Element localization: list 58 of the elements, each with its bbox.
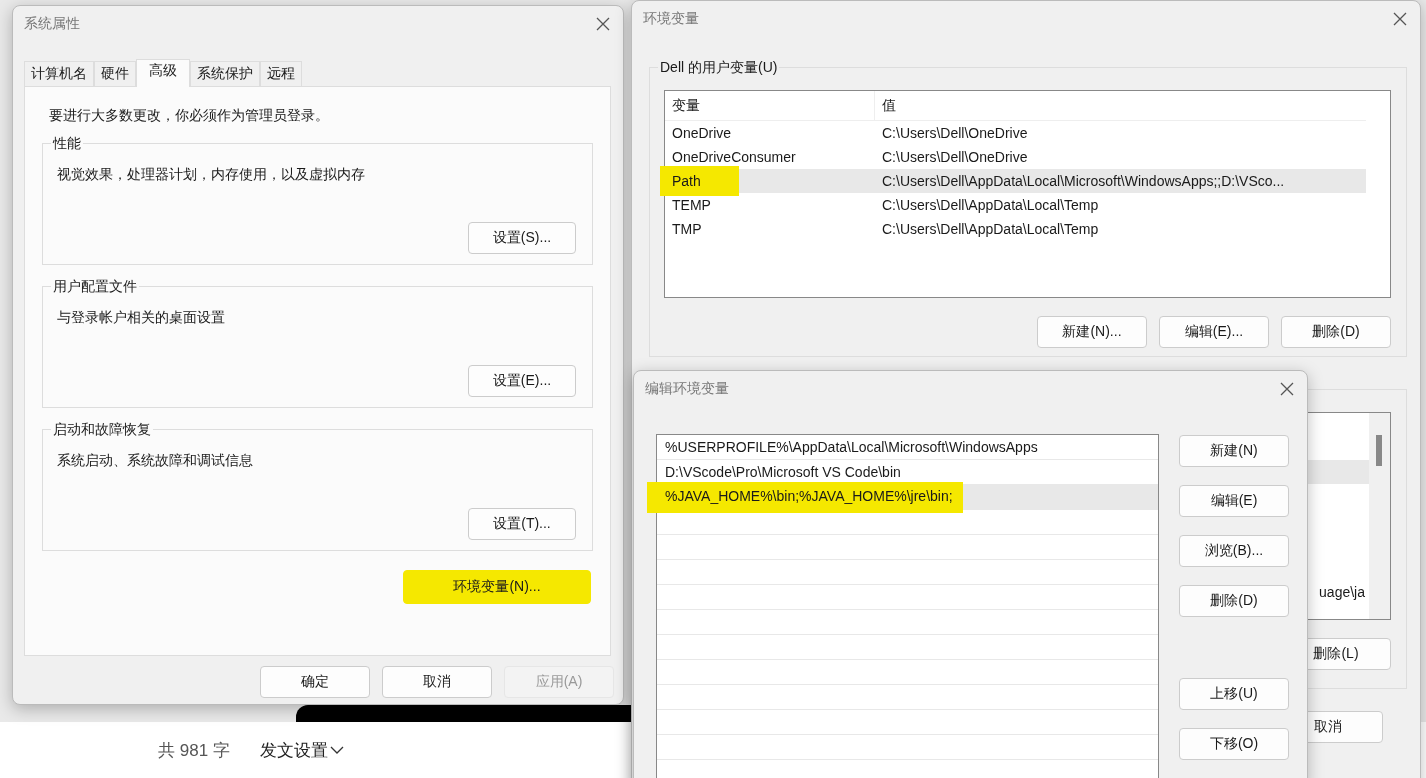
dialog-button[interactable]: 取消	[382, 666, 492, 698]
path-entry: %JAVA_HOME%\bin;%JAVA_HOME%\jre\bin;	[647, 481, 963, 513]
tab[interactable]: 计算机名	[24, 61, 94, 86]
column-header[interactable]: 值	[875, 91, 1366, 120]
path-entry: D:\VScode\Pro\Microsoft VS Code\bin	[665, 464, 901, 480]
variable-value: C:\Users\Dell\AppData\Local\Temp	[881, 220, 1100, 239]
variable-name: OneDrive	[672, 125, 732, 141]
group-description: 系统启动、系统故障和调试信息	[57, 452, 254, 470]
tab[interactable]: 硬件	[94, 61, 136, 86]
settings-button[interactable]: 设置(E)...	[468, 365, 576, 397]
variable-value: C:\Users\Dell\OneDrive	[881, 124, 1029, 143]
table-row[interactable]: OneDrive C:\Users\Dell\OneDrive	[665, 121, 1366, 145]
close-icon[interactable]	[1279, 381, 1295, 397]
close-icon[interactable]	[595, 16, 611, 32]
variable-name: TEMP	[672, 197, 711, 213]
close-icon[interactable]	[1392, 11, 1408, 27]
variable-name: TMP	[672, 221, 702, 237]
dialog-button[interactable]: 确定	[260, 666, 370, 698]
variable-name: OneDriveConsumer	[672, 149, 796, 165]
action-button[interactable]: 编辑(E)	[1179, 485, 1289, 517]
column-header[interactable]: 变量	[665, 91, 875, 120]
variable-value: C:\Users\Dell\AppData\Local\Microsoft\WindowsApps;;D:\VSco...	[881, 172, 1286, 191]
list-row[interactable]: %USERPROFILE%\AppData\Local\Microsoft\WindowsApps	[657, 435, 1158, 460]
group-title: 启动和故障恢复	[51, 421, 153, 439]
group-title: Dell 的用户变量(U)	[658, 59, 780, 77]
action-button[interactable]: 浏览(B)...	[1179, 535, 1289, 567]
publish-settings-menu[interactable]: 发文设置	[259, 738, 344, 762]
action-button[interactable]: 上移(U)	[1179, 678, 1289, 710]
variable-value: C:\Users\Dell\OneDrive	[881, 148, 1029, 167]
window-title: 系统属性	[24, 15, 80, 33]
window-title: 编辑环境变量	[645, 380, 729, 398]
path-entry: %USERPROFILE%\AppData\Local\Microsoft\WindowsApps	[665, 439, 1038, 455]
chevron-down-icon	[329, 745, 344, 755]
action-button[interactable]: 删除(D)	[1281, 316, 1391, 348]
tab[interactable]: 远程	[260, 61, 302, 86]
action-button[interactable]: 下移(O)	[1179, 728, 1289, 760]
settings-button[interactable]: 设置(S)...	[468, 222, 576, 254]
action-button[interactable]: 编辑(E)...	[1159, 316, 1269, 348]
group-title: 性能	[51, 135, 83, 153]
action-button[interactable]: 新建(N)	[1179, 435, 1289, 467]
action-button[interactable]: 删除(D)	[1179, 585, 1289, 617]
word-count: 共 981 字	[158, 739, 230, 762]
environment-variables-button[interactable]: 环境变量(N)...	[403, 570, 591, 604]
action-button[interactable]: 新建(N)...	[1037, 316, 1147, 348]
admin-note: 要进行大多数更改，你必须作为管理员登录。	[49, 107, 330, 125]
tab[interactable]: 系统保护	[190, 61, 260, 86]
group-description: 与登录帐户相关的桌面设置	[57, 309, 226, 327]
window-title: 环境变量	[643, 10, 699, 28]
table-row[interactable]: OneDriveConsumer C:\Users\Dell\OneDrive	[665, 145, 1366, 169]
settings-button[interactable]: 设置(T)...	[468, 508, 576, 540]
variable-value: C:\Users\Dell\AppData\Local\Temp	[881, 196, 1100, 215]
variable-name: Path	[660, 166, 739, 196]
group-title: 用户配置文件	[51, 278, 139, 296]
table-row[interactable]: TEMP C:\Users\Dell\AppData\Local\Temp	[665, 193, 1366, 217]
table-row[interactable]: TMP C:\Users\Dell\AppData\Local\Temp	[665, 217, 1366, 241]
group-description: 视觉效果，处理器计划，内存使用，以及虚拟内存	[57, 166, 366, 184]
tab[interactable]: 高级	[136, 59, 190, 87]
scrollbar[interactable]	[1369, 413, 1390, 619]
